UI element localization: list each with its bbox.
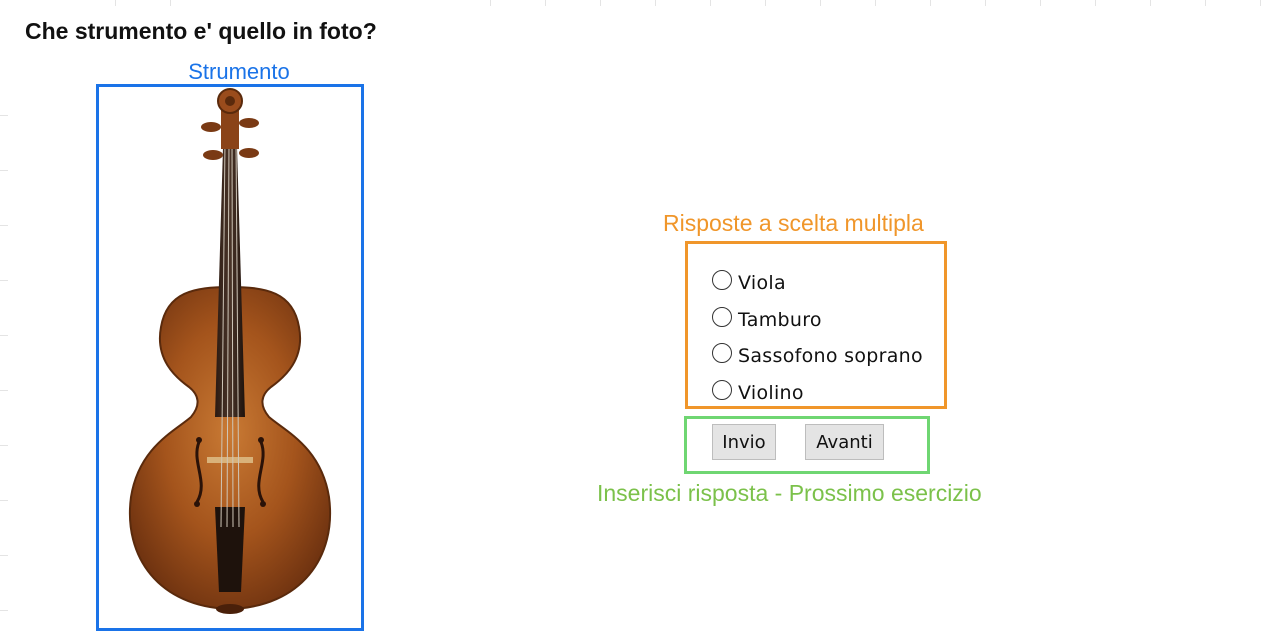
- image-section-label: Strumento: [188, 59, 290, 84]
- option-label: Viola: [738, 272, 786, 294]
- radio-button-violino[interactable]: [712, 380, 732, 400]
- submit-button[interactable]: Invio: [712, 424, 776, 460]
- action-buttons-group: Invio Avanti: [684, 416, 930, 474]
- radio-button-viola[interactable]: [712, 270, 732, 290]
- option-label: Tamburo: [738, 309, 822, 331]
- buttons-section-caption: Inserisci risposta - Prossimo esercizio: [597, 480, 982, 506]
- option-label: Sassofono soprano: [738, 345, 923, 367]
- option-tamburo[interactable]: Tamburo: [712, 307, 822, 332]
- option-label: Violino: [738, 382, 804, 404]
- answer-options-group: Viola Tamburo Sassofono soprano Violino: [685, 241, 947, 409]
- question-title: Che strumento e' quello in foto?: [25, 18, 377, 44]
- radio-button-sassofono-soprano[interactable]: [712, 343, 732, 363]
- next-button[interactable]: Avanti: [805, 424, 884, 460]
- choices-section-label: Risposte a scelta multipla: [663, 210, 924, 236]
- violin-image: [99, 87, 361, 628]
- radio-button-tamburo[interactable]: [712, 307, 732, 327]
- option-viola[interactable]: Viola: [712, 270, 786, 295]
- option-sassofono-soprano[interactable]: Sassofono soprano: [712, 343, 923, 368]
- option-violino[interactable]: Violino: [712, 380, 804, 405]
- instrument-image-frame: [96, 84, 364, 631]
